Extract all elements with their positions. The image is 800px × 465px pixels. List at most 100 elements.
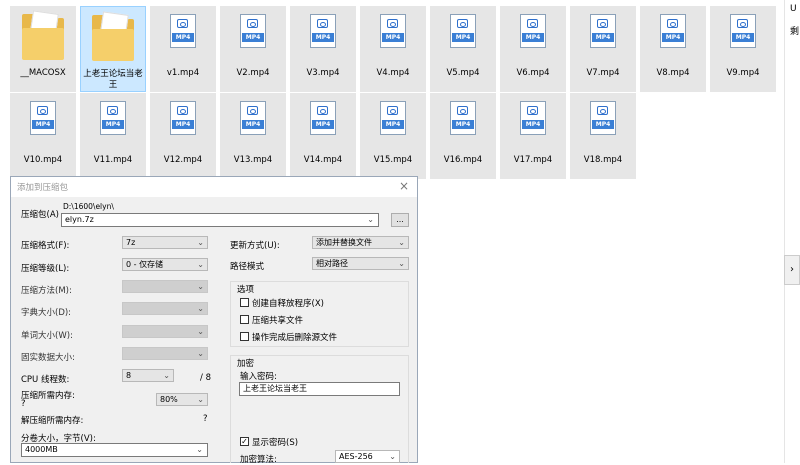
file-name: V4.mp4	[376, 68, 410, 78]
video-file-icon: MP4	[170, 14, 196, 48]
folder-icon	[92, 11, 134, 61]
archive-label: 压缩包(A)	[21, 210, 59, 220]
folder-item[interactable]: __MACOSX	[10, 6, 76, 92]
volume-field[interactable]: 4000MB ⌄	[21, 443, 208, 457]
password-label: 输入密码:	[240, 372, 277, 382]
video-file-icon: MP4	[380, 14, 406, 48]
file-name: V5.mp4	[446, 68, 480, 78]
cpu-select[interactable]: 8 ⌄	[122, 369, 174, 382]
password-field[interactable]: 上老王论坛当老王	[239, 382, 400, 396]
chevron-down-icon: ⌄	[197, 238, 204, 247]
close-icon[interactable]: ×	[399, 179, 409, 193]
video-file-icon: MP4	[450, 14, 476, 48]
file-item[interactable]: MP4 V7.mp4	[570, 6, 636, 92]
cpu-total: / 8	[200, 373, 211, 383]
solid-select: ⌄	[122, 347, 208, 360]
file-item[interactable]: MP4 v1.mp4	[150, 6, 216, 92]
mem-label: 压缩所需内存:	[21, 391, 75, 401]
encryption-title: 加密	[237, 359, 255, 369]
options-title: 选项	[237, 285, 255, 295]
options-group: 选项 创建自释放程序(X) 压缩共享文件 操作完成后删除源文件	[230, 281, 409, 347]
level-select[interactable]: 0 - 仅存储 ⌄	[122, 258, 208, 271]
algorithm-value: AES-256	[339, 452, 373, 461]
file-name: V15.mp4	[373, 155, 413, 165]
video-file-icon: MP4	[520, 101, 546, 135]
file-item[interactable]: MP4 V11.mp4	[80, 93, 146, 179]
file-item[interactable]: MP4 V16.mp4	[430, 93, 496, 179]
file-item[interactable]: MP4 V4.mp4	[360, 6, 426, 92]
chevron-down-icon: ⌄	[197, 260, 204, 269]
file-name: V11.mp4	[93, 155, 133, 165]
expand-pane-button[interactable]: ›	[784, 255, 800, 285]
file-name: V9.mp4	[726, 68, 760, 78]
file-item[interactable]: MP4 V15.mp4	[360, 93, 426, 179]
file-item[interactable]: MP4 V17.mp4	[500, 93, 566, 179]
file-item[interactable]: MP4 V2.mp4	[220, 6, 286, 92]
update-value: 添加并替换文件	[316, 238, 372, 247]
file-name: 上老王论坛当老王	[83, 69, 143, 90]
sfx-label: 创建自释放程序(X)	[252, 299, 324, 309]
video-file-icon: MP4	[380, 101, 406, 135]
format-value: 7z	[126, 238, 136, 247]
algorithm-select[interactable]: AES-256 ⌄	[335, 450, 400, 463]
word-select: ⌄	[122, 325, 208, 338]
file-item[interactable]: MP4 V3.mp4	[290, 6, 356, 92]
file-item[interactable]: MP4 V14.mp4	[290, 93, 356, 179]
browse-button[interactable]: ...	[391, 213, 409, 227]
video-file-icon: MP4	[730, 14, 756, 48]
file-name: V2.mp4	[236, 68, 270, 78]
chevron-down-icon: ⌄	[398, 259, 405, 268]
delete-after-label: 操作完成后删除源文件	[252, 333, 338, 343]
demem-label: 解压缩所需内存:	[21, 416, 84, 426]
file-name: V17.mp4	[513, 155, 553, 165]
file-name: V10.mp4	[23, 155, 63, 165]
chevron-down-icon: ⌄	[389, 452, 396, 461]
file-item[interactable]: MP4 V5.mp4	[430, 6, 496, 92]
level-value: 0 - 仅存储	[126, 260, 164, 269]
dict-label: 字典大小(D):	[21, 308, 72, 318]
method-label: 压缩方法(M):	[21, 286, 72, 296]
file-item[interactable]: MP4 V6.mp4	[500, 6, 566, 92]
video-file-icon: MP4	[100, 101, 126, 135]
chevron-down-icon[interactable]: ⌄	[196, 444, 203, 456]
encryption-group: 加密 输入密码: 上老王论坛当老王 ✓ 显示密码(S) 加密算法: AES-25…	[230, 355, 409, 465]
cpu-label: CPU 线程数:	[21, 375, 70, 385]
delete-after-checkbox[interactable]	[240, 332, 249, 341]
dict-select: ⌄	[122, 302, 208, 315]
demem-unknown: ?	[203, 414, 208, 424]
path-select[interactable]: 相对路径 ⌄	[312, 257, 409, 270]
archive-name-value: elyn.7z	[65, 215, 94, 224]
file-item[interactable]: MP4 V12.mp4	[150, 93, 216, 179]
file-item[interactable]: MP4 V18.mp4	[570, 93, 636, 179]
solid-label: 固实数据大小:	[21, 353, 75, 363]
file-name: V13.mp4	[233, 155, 273, 165]
update-select[interactable]: 添加并替换文件 ⌄	[312, 236, 409, 249]
video-file-icon: MP4	[520, 14, 546, 48]
video-file-icon: MP4	[590, 101, 616, 135]
password-value: 上老王论坛当老王	[243, 384, 307, 393]
file-item[interactable]: MP4 V13.mp4	[220, 93, 286, 179]
file-item[interactable]: MP4 V10.mp4	[10, 93, 76, 179]
video-file-icon: MP4	[450, 101, 476, 135]
video-file-icon: MP4	[660, 14, 686, 48]
archive-name-field[interactable]: elyn.7z ⌄	[61, 213, 379, 227]
file-name: V3.mp4	[306, 68, 340, 78]
details-pane: U 剩	[784, 0, 800, 463]
shared-checkbox[interactable]	[240, 315, 249, 324]
file-name: __MACOSX	[20, 68, 66, 78]
file-name: V12.mp4	[163, 155, 203, 165]
file-item[interactable]: MP4 V8.mp4	[640, 6, 706, 92]
video-file-icon: MP4	[170, 101, 196, 135]
mem-select[interactable]: 80% ⌄	[156, 393, 208, 406]
method-select: ⌄	[122, 280, 208, 293]
file-item[interactable]: MP4 V9.mp4	[710, 6, 776, 92]
folder-item[interactable]: 上老王论坛当老王	[80, 6, 146, 92]
format-select[interactable]: 7z ⌄	[122, 236, 208, 249]
chevron-down-icon: ⌄	[197, 327, 204, 336]
path-value: 相对路径	[316, 259, 348, 268]
sfx-checkbox[interactable]	[240, 298, 249, 307]
chevron-down-icon[interactable]: ⌄	[367, 214, 374, 226]
dialog-titlebar: 添加到压缩包 ×	[11, 177, 417, 197]
video-file-icon: MP4	[310, 101, 336, 135]
show-password-checkbox[interactable]: ✓	[240, 437, 249, 446]
